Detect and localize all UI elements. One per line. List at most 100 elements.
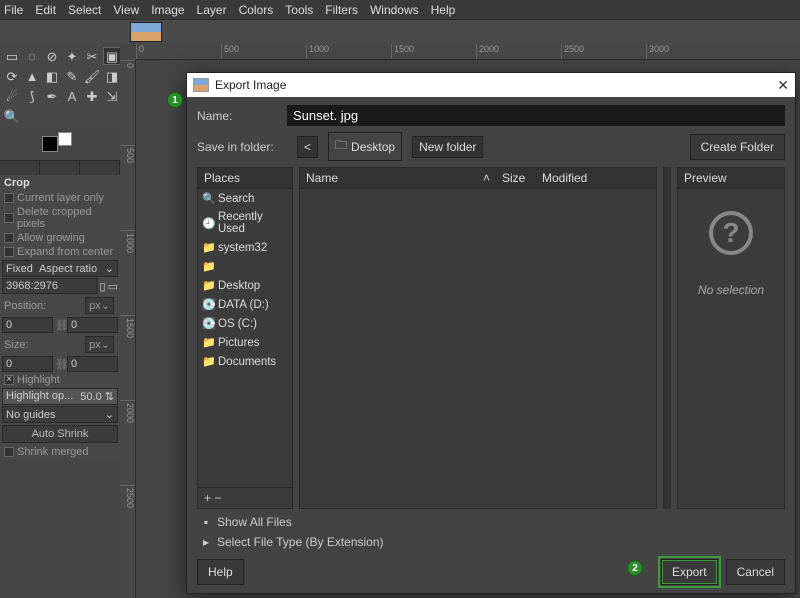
- size-unit-select[interactable]: px ⌄: [85, 336, 114, 353]
- close-icon[interactable]: ✕: [777, 77, 789, 94]
- shrink-merged-checkbox[interactable]: [4, 447, 14, 457]
- folder-icon: 📁: [202, 336, 214, 349]
- tool-zoom-icon[interactable]: 🔍: [3, 107, 21, 125]
- menu-colors[interactable]: Colors: [239, 3, 274, 17]
- opt-allow-growing-label: Allow growing: [17, 232, 85, 244]
- help-button[interactable]: Help: [197, 559, 244, 585]
- tool-brush-icon[interactable]: 🖌: [83, 67, 101, 85]
- position-label: Position:: [4, 300, 46, 312]
- tool-crop-icon[interactable]: ▣: [103, 47, 121, 65]
- path-segment-desktop[interactable]: 🗀Desktop: [328, 132, 402, 161]
- tool-measure-icon[interactable]: ⇲: [103, 87, 121, 105]
- place-desktop[interactable]: 📁Desktop: [198, 276, 292, 295]
- place-search[interactable]: 🔍Search: [198, 189, 292, 208]
- opt-allow-growing-checkbox[interactable]: [4, 233, 14, 243]
- places-header: Places: [198, 168, 292, 189]
- tool-ellipse-select-icon[interactable]: ◌: [23, 47, 41, 65]
- tool-path-icon[interactable]: ✒: [43, 87, 61, 105]
- show-all-files-toggle[interactable]: ▪ Show All Files: [197, 515, 785, 529]
- tool-options-title: Crop: [0, 175, 120, 191]
- tool-text-icon[interactable]: A: [63, 87, 81, 105]
- toolbox: ▭ ◌ ⊘ ✦ ✂ ▣ ⟳ ▲ ◧ ✎ 🖌 ◨ ☄ ⟆ ✒ A ✚ ⇲ 🔍: [0, 44, 120, 168]
- opt-expand-center-checkbox[interactable]: [4, 247, 14, 257]
- tool-free-select-icon[interactable]: ⊘: [43, 47, 61, 65]
- opt-current-layer-checkbox[interactable]: [4, 193, 14, 203]
- tool-color-picker-icon[interactable]: ✚: [83, 87, 101, 105]
- col-name-header[interactable]: Name˄: [300, 168, 496, 188]
- size-h-input[interactable]: 0: [67, 356, 118, 372]
- auto-shrink-button[interactable]: Auto Shrink: [2, 425, 118, 443]
- fixed-mode-select[interactable]: Fixed Aspect ratio ⌄: [2, 260, 118, 277]
- image-thumb[interactable]: [130, 22, 162, 42]
- orient-portrait-icon[interactable]: ▯: [100, 280, 106, 293]
- filename-input[interactable]: [287, 105, 785, 126]
- menu-bar: File Edit Select View Image Layer Colors…: [0, 0, 800, 20]
- highlight-checkbox[interactable]: [4, 375, 14, 385]
- name-label: Name:: [197, 109, 277, 123]
- place-system32[interactable]: 📁system32: [198, 238, 292, 257]
- menu-file[interactable]: File: [4, 3, 23, 17]
- menu-select[interactable]: Select: [68, 3, 101, 17]
- tool-eraser-icon[interactable]: ◨: [103, 67, 121, 85]
- preview-noselection-label: No selection: [698, 283, 764, 297]
- path-back-button[interactable]: <: [297, 136, 318, 158]
- color-swatches[interactable]: [42, 132, 72, 158]
- bg-color-swatch[interactable]: [58, 132, 72, 146]
- orient-landscape-icon[interactable]: ▭: [108, 280, 118, 293]
- tool-clone-icon[interactable]: ☄: [3, 87, 21, 105]
- highlight-opacity-slider[interactable]: Highlight op...50.0 ⇅: [2, 388, 118, 405]
- menu-view[interactable]: View: [113, 3, 139, 17]
- guides-select[interactable]: No guides⌄: [2, 406, 118, 423]
- tool-rect-select-icon[interactable]: ▭: [3, 47, 21, 65]
- tool-pencil-icon[interactable]: ✎: [63, 67, 81, 85]
- scrollbar[interactable]: [663, 167, 671, 509]
- ruler-vertical: 05001000150020002500: [120, 60, 136, 598]
- place-documents[interactable]: 📁Documents: [198, 352, 292, 371]
- position-unit-select[interactable]: px ⌄: [85, 297, 114, 314]
- cancel-button[interactable]: Cancel: [726, 559, 785, 585]
- pos-y-input[interactable]: 0: [67, 317, 118, 333]
- aspect-ratio-input[interactable]: 3968:2976: [2, 278, 98, 294]
- menu-image[interactable]: Image: [151, 3, 184, 17]
- place-home[interactable]: 📁: [198, 257, 292, 276]
- link-icon[interactable]: ⛓: [55, 358, 65, 371]
- place-drive-c[interactable]: 💽OS (C:): [198, 314, 292, 333]
- folder-icon: 📁: [202, 355, 214, 368]
- export-button[interactable]: Export: [661, 559, 718, 585]
- expander-closed-icon: ▪: [201, 517, 211, 527]
- drive-icon: 💽: [202, 298, 214, 311]
- menu-layer[interactable]: Layer: [197, 3, 227, 17]
- col-size-header[interactable]: Size: [496, 168, 536, 188]
- tool-gradient-icon[interactable]: ◧: [43, 67, 61, 85]
- tool-smudge-icon[interactable]: ⟆: [23, 87, 41, 105]
- place-drive-d[interactable]: 💽DATA (D:): [198, 295, 292, 314]
- select-file-type-toggle[interactable]: ▸ Select File Type (By Extension): [197, 535, 785, 549]
- menu-filters[interactable]: Filters: [325, 3, 358, 17]
- tool-rotate-icon[interactable]: ⟳: [3, 67, 21, 85]
- menu-edit[interactable]: Edit: [35, 3, 56, 17]
- annotation-badge-1: 1: [167, 92, 183, 108]
- place-recent[interactable]: 🕘Recently Used: [198, 208, 292, 238]
- place-pictures[interactable]: 📁Pictures: [198, 333, 292, 352]
- pos-x-input[interactable]: 0: [2, 317, 53, 333]
- link-icon[interactable]: ⛓: [55, 319, 65, 332]
- fg-color-swatch[interactable]: [42, 136, 58, 152]
- question-mark-icon: ?: [709, 211, 753, 255]
- folder-icon: 📁: [202, 241, 214, 254]
- tool-scissors-icon[interactable]: ✂: [83, 47, 101, 65]
- menu-windows[interactable]: Windows: [370, 3, 419, 17]
- image-tab-bar: [0, 20, 800, 44]
- menu-tools[interactable]: Tools: [285, 3, 313, 17]
- tool-bucket-icon[interactable]: ▲: [23, 67, 41, 85]
- path-segment-newfolder[interactable]: New folder: [412, 136, 483, 158]
- size-label: Size:: [4, 339, 28, 351]
- col-modified-header[interactable]: Modified: [536, 168, 656, 188]
- file-list-empty: [300, 189, 656, 508]
- opt-delete-pixels-checkbox[interactable]: [4, 213, 14, 223]
- create-folder-button[interactable]: Create Folder: [690, 134, 785, 160]
- tool-fuzzy-select-icon[interactable]: ✦: [63, 47, 81, 65]
- size-w-input[interactable]: 0: [2, 356, 53, 372]
- folder-label: Save in folder:: [197, 140, 287, 154]
- menu-help[interactable]: Help: [431, 3, 456, 17]
- places-add-remove[interactable]: + −: [198, 487, 292, 508]
